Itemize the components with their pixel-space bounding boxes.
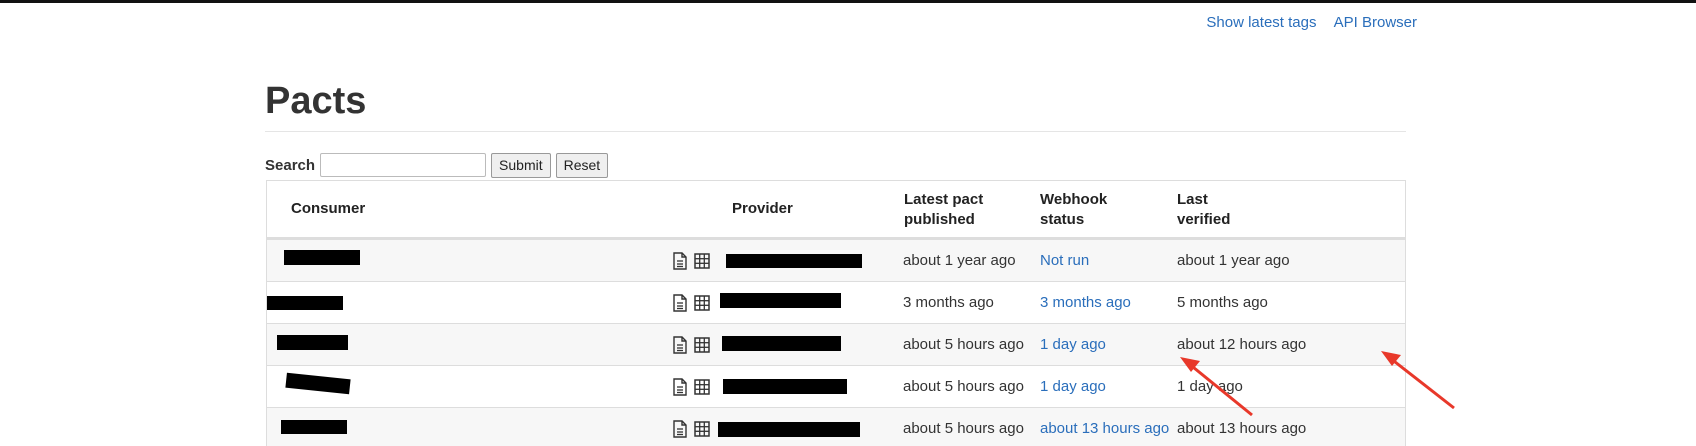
red-arrow-icon — [1381, 351, 1455, 410]
red-arrow-icon — [1180, 357, 1253, 417]
annotation-arrows — [1180, 351, 1455, 417]
